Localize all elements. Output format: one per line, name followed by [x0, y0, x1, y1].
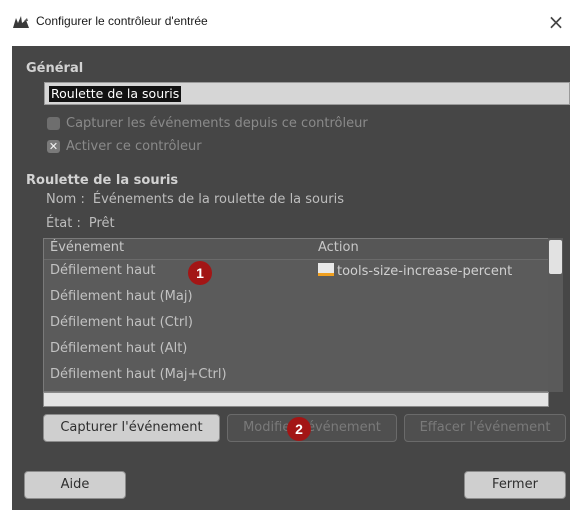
name-key: Nom : [46, 192, 85, 207]
annotation-marker-2: 2 [287, 417, 311, 441]
event-name: Défilement haut [50, 263, 156, 278]
table-row[interactable]: Défilement haut tools-size-increase-perc… [44, 260, 548, 286]
name-value: Événements de la roulette de la souris [92, 192, 344, 207]
event-action: tools-size-increase-percent [318, 263, 512, 279]
dialog-content: Général Roulette de la souris Capturer l… [12, 46, 570, 510]
table-row[interactable]: Défilement haut (Maj+Ctrl) [44, 364, 548, 390]
event-name: Défilement haut (Ctrl) [50, 315, 193, 330]
capture-events-checkbox[interactable] [47, 117, 60, 130]
controller-heading: Roulette de la souris [26, 173, 179, 188]
clear-event-button[interactable]: Effacer l'événement [404, 414, 566, 442]
close-button[interactable]: Fermer [464, 471, 566, 499]
events-horizontal-scrollbar[interactable] [43, 392, 549, 407]
gimp-app-icon [13, 16, 29, 28]
title-bar: Configurer le contrôleur d'entrée × [0, 0, 570, 46]
action-icon [318, 263, 334, 276]
controller-state-info: État : Prêt [46, 216, 115, 231]
event-action-label: tools-size-increase-percent [337, 264, 513, 279]
controller-name-field[interactable]: Roulette de la souris [44, 82, 570, 105]
event-name: Défilement haut (Alt) [50, 341, 188, 356]
event-name: Défilement haut (Maj) [50, 289, 193, 304]
events-table-header: Événement Action [44, 239, 548, 260]
table-row[interactable]: Défilement haut (Alt) [44, 338, 548, 364]
annotation-marker-1: 1 [188, 261, 212, 285]
general-heading: Général [26, 61, 84, 76]
enable-controller-label: Activer ce contrôleur [66, 139, 202, 154]
capture-event-button[interactable]: Capturer l'événement [43, 414, 220, 442]
controller-name-info: Nom : Événements de la roulette de la sou… [46, 192, 344, 207]
close-icon[interactable]: × [543, 8, 569, 36]
event-name: Défilement haut (Maj+Ctrl) [50, 367, 227, 382]
controller-name-value: Roulette de la souris [49, 86, 182, 102]
table-row[interactable]: Défilement haut (Maj) [44, 286, 548, 312]
events-table[interactable]: Événement Action Défilement haut tools-s… [43, 238, 549, 392]
table-row[interactable]: Défilement haut (Ctrl) [44, 312, 548, 338]
controller-config-dialog: Configurer le contrôleur d'entrée × Géné… [0, 0, 570, 510]
help-button[interactable]: Aide [24, 471, 126, 499]
state-key: État : [46, 216, 81, 231]
modify-event-button[interactable]: Modifier l'événement [227, 414, 397, 442]
capture-events-label: Capturer les événements depuis ce contrô… [66, 116, 368, 131]
column-header-event[interactable]: Événement [50, 240, 124, 255]
vertical-scroll-thumb[interactable] [549, 240, 562, 274]
events-vertical-scrollbar[interactable] [548, 238, 563, 392]
state-value: Prêt [88, 216, 115, 231]
window-title: Configurer le contrôleur d'entrée [36, 14, 208, 28]
column-header-action[interactable]: Action [318, 240, 359, 255]
enable-controller-checkbox[interactable]: ✕ [47, 140, 60, 153]
